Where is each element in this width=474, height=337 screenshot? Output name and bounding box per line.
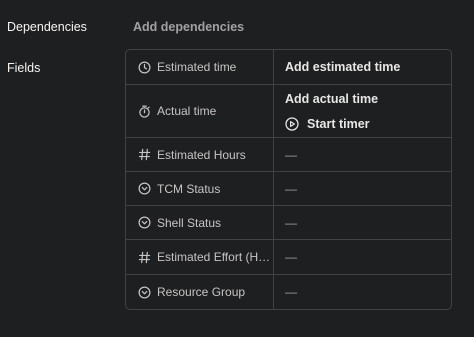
field-name-estimated-hours[interactable]: Estimated Hours [126, 138, 274, 171]
chevron-circle-icon [137, 182, 151, 196]
field-name-label: Actual time [157, 104, 217, 118]
fields-label: Fields [7, 61, 41, 75]
field-row-tcm-status: TCM Status — [126, 172, 451, 206]
field-value-estimated-hours[interactable]: — [274, 138, 451, 171]
field-name-label: Estimated time [157, 60, 237, 74]
field-name-label: Resource Group [157, 285, 246, 299]
add-estimated-time-button[interactable]: Add estimated time [285, 60, 451, 74]
field-name-estimated-time[interactable]: Estimated time [126, 50, 274, 84]
empty-value: — [285, 250, 297, 264]
field-row-estimated-time: Estimated time Add estimated time [126, 50, 451, 85]
field-name-label: Estimated Hours [157, 147, 246, 162]
field-value-estimated-effort[interactable]: — [274, 240, 451, 274]
field-name-shell-status[interactable]: Shell Status [126, 206, 274, 239]
field-name-tcm-status[interactable]: TCM Status [126, 172, 274, 205]
add-actual-time-button[interactable]: Add actual time [285, 92, 451, 106]
chevron-circle-icon [137, 216, 151, 230]
empty-value: — [285, 215, 297, 230]
empty-value: — [285, 147, 297, 162]
number-icon [137, 148, 151, 162]
field-name-estimated-effort[interactable]: Estimated Effort (Ho... [126, 240, 274, 274]
field-name-actual-time[interactable]: Actual time [126, 85, 274, 137]
empty-value: — [285, 181, 297, 196]
field-row-shell-status: Shell Status — [126, 206, 451, 240]
chevron-circle-icon [137, 285, 151, 299]
task-details-panel: Dependencies Add dependencies Fields Est… [0, 0, 474, 337]
clock-icon [137, 60, 151, 74]
field-value-actual-time: Add actual time Start timer [274, 85, 451, 137]
field-value-resource-group[interactable]: — [274, 275, 451, 309]
field-value-tcm-status[interactable]: — [274, 172, 451, 205]
dependencies-label: Dependencies [7, 20, 87, 34]
field-row-resource-group: Resource Group — [126, 275, 451, 309]
play-circle-icon [285, 116, 299, 131]
field-name-label: Shell Status [157, 215, 222, 230]
field-row-estimated-hours: Estimated Hours — [126, 138, 451, 172]
field-name-label: Estimated Effort (Ho... [157, 250, 273, 264]
field-name-label: TCM Status [157, 181, 221, 196]
field-row-estimated-effort: Estimated Effort (Ho... — [126, 240, 451, 275]
empty-value: — [285, 285, 297, 299]
field-row-actual-time: Actual time Add actual time Start timer [126, 85, 451, 138]
stopwatch-icon [137, 104, 151, 118]
number-icon [137, 250, 151, 264]
field-value-estimated-time[interactable]: Add estimated time [274, 50, 451, 84]
start-timer-button[interactable]: Start timer [285, 117, 451, 131]
add-dependencies-button[interactable]: Add dependencies [133, 20, 244, 34]
fields-table: Estimated time Add estimated time Actual… [125, 49, 452, 310]
field-value-shell-status[interactable]: — [274, 206, 451, 239]
start-timer-label: Start timer [307, 116, 370, 131]
field-name-resource-group[interactable]: Resource Group [126, 275, 274, 309]
